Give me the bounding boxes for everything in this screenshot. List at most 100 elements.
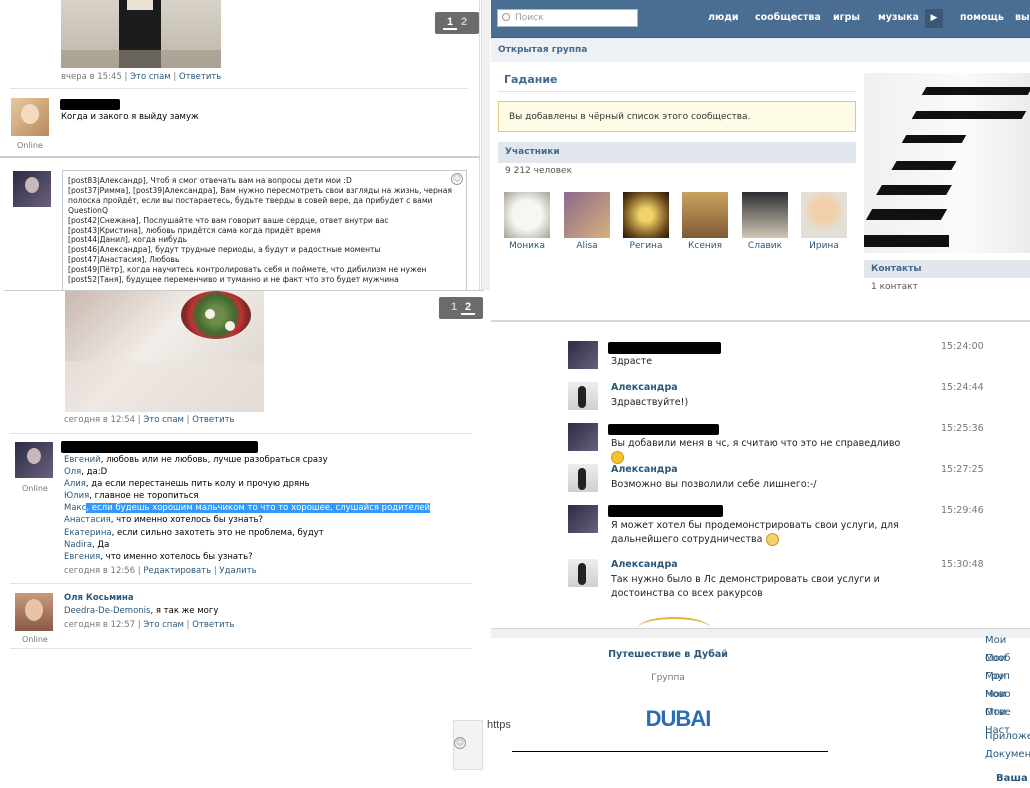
bride-photo[interactable] (65, 291, 264, 412)
mention-link[interactable]: Анастасия (64, 515, 111, 525)
member-kseniya[interactable]: Ксения (680, 192, 730, 251)
menu-item-settings[interactable]: Мои Наст (978, 704, 1030, 736)
reply-textarea[interactable]: [post83|Александр], Чтоб я смог отвечать… (62, 170, 467, 290)
sender-name[interactable]: Александра (611, 559, 678, 570)
blacklist-notice: Вы добавлены в чёрный список этого сообщ… (498, 101, 856, 132)
mention-link[interactable]: Юлия (64, 491, 89, 501)
nav-logout[interactable]: вы (1015, 12, 1030, 23)
member-regina[interactable]: Регина (621, 192, 671, 251)
play-icon[interactable]: ▶ (925, 9, 943, 28)
mention-link[interactable]: Nadira (64, 540, 92, 550)
reply-line: Евгения, что именно хотелось бы узнать? (64, 551, 474, 563)
post-photo[interactable] (61, 0, 221, 68)
nav-people[interactable]: люди (708, 12, 739, 23)
reply-line: QuestionQ (68, 205, 108, 215)
reply-line: [post47|Анастасия], Любовь (68, 255, 180, 265)
reply-line: [post37|Римма], [post39|Александра], Вам… (68, 185, 452, 195)
page-1-link[interactable]: 1 (447, 297, 461, 317)
mention-link[interactable]: Макс (64, 503, 86, 513)
message-time: 15:29:46 (941, 505, 984, 516)
side-menu: Мои Сооб Мои Груп Мои Ново Мои Отве Мои … (978, 632, 1030, 788)
group-page: Поиск люди сообщества игры музыка ▶ помо… (491, 0, 1030, 320)
reply-text: , если сильно захотеть это не проблема, … (111, 527, 324, 538)
scrollbar[interactable] (481, 0, 490, 290)
page-1-link[interactable]: 1 (443, 16, 457, 30)
sender-name[interactable]: Александра (611, 464, 678, 475)
mention-link[interactable]: Екатерина (64, 528, 112, 538)
emoji-icon[interactable]: ☺ (454, 737, 466, 749)
comment-text: Deedra-De-Demonis, я так же могу (64, 606, 218, 616)
member-monika[interactable]: Моника (502, 192, 552, 251)
divider (0, 156, 480, 158)
mention-link[interactable]: Евгений (64, 455, 101, 465)
nav-games[interactable]: игры (833, 12, 860, 23)
comment-avatar[interactable] (15, 593, 53, 631)
reply-line: Макс, если будешь хорошим мальчиком то ч… (64, 502, 474, 514)
message-avatar[interactable] (568, 505, 598, 533)
comment-author[interactable]: Оля Косьмина (64, 593, 134, 603)
mention-link[interactable]: Оля (64, 467, 81, 477)
comment-avatar[interactable] (11, 98, 49, 136)
nav-help[interactable]: помощь (960, 12, 1004, 23)
menu-item-answers[interactable]: Мои Отве (978, 686, 1030, 718)
contacts-header[interactable]: Контакты (864, 260, 1030, 278)
menu-item-communities[interactable]: Мои Сооб (978, 632, 1030, 664)
member-alisa[interactable]: Alisa (562, 192, 612, 251)
reply-line: Алия, да если перестанешь пить колу и пр… (64, 478, 474, 490)
redacted-sender-name (608, 424, 719, 435)
menu-item-documents[interactable]: Документ (978, 746, 1030, 764)
chat-input-strip (491, 628, 1030, 638)
page-2-link[interactable]: 2 (461, 301, 475, 315)
search-box[interactable]: Поиск (497, 9, 638, 27)
member-irina[interactable]: Ирина (799, 192, 849, 251)
mention-link[interactable]: Deedra-De-Demonis (64, 606, 150, 616)
group-cover-image[interactable] (864, 73, 1030, 253)
reply-line: [post42|Снежана], Послушайте что вам гов… (68, 215, 389, 225)
message-avatar[interactable] (568, 559, 598, 587)
ad-title[interactable]: Путешествие в Дубай (593, 649, 743, 660)
redacted-sender-name (608, 505, 723, 517)
divider (10, 583, 472, 584)
mention-link[interactable]: Евгения (64, 552, 100, 562)
menu-item-news[interactable]: Мои Ново (978, 668, 1030, 700)
page-2-link[interactable]: 2 (457, 12, 471, 32)
menu-item-groups[interactable]: Мои Груп (978, 650, 1030, 682)
spam-link[interactable]: Это спам (143, 620, 184, 630)
edit-link[interactable]: Редактировать (143, 566, 211, 576)
search-icon (502, 13, 510, 21)
nav-communities[interactable]: сообщества (755, 12, 821, 23)
member-avatar (623, 192, 669, 238)
reply-avatar[interactable] (13, 171, 51, 207)
nav-music[interactable]: музыка (878, 12, 919, 23)
member-slavik[interactable]: Славик (740, 192, 790, 251)
menu-item-your[interactable]: Ваша с (978, 770, 1030, 788)
message-avatar[interactable] (568, 423, 598, 451)
ad-subtitle: Группа (651, 673, 685, 683)
emoji-icon[interactable]: ☺ (451, 173, 463, 185)
message-time: 15:24:00 (941, 341, 984, 352)
url-fragment: https (487, 719, 511, 731)
message-avatar[interactable] (568, 341, 598, 369)
reply-link[interactable]: Ответить (192, 620, 234, 630)
reply-text: , любовь или не любовь, лучше разобратьс… (100, 455, 328, 465)
spam-link[interactable]: Это спам (143, 415, 184, 425)
message-avatar[interactable] (568, 464, 598, 492)
reply-link[interactable]: Ответить (192, 415, 234, 425)
group-type-bar: Открытая группа (491, 38, 1030, 62)
dubai-logo: DUBAI (645, 706, 712, 731)
reply-link[interactable]: Ответить (179, 72, 221, 82)
group-type: Открытая группа (498, 45, 588, 55)
members-header[interactable]: Участники (498, 142, 856, 163)
spam-link[interactable]: Это спам (130, 72, 171, 82)
mention-link[interactable]: Алия (64, 479, 86, 489)
ad-block[interactable]: Путешествие в Дубай Группа DUBAI (512, 640, 828, 752)
sender-name[interactable]: Александра (611, 382, 678, 393)
post-time: вчера в 15:45 (61, 72, 122, 82)
message-avatar[interactable] (568, 382, 598, 410)
comment-avatar[interactable] (15, 442, 53, 478)
pager: 12 (435, 12, 479, 34)
comment-text: Когда и закого я выйду замуж (61, 112, 199, 122)
delete-link[interactable]: Удалить (219, 566, 256, 576)
menu-item-apps[interactable]: Приложе (978, 728, 1030, 746)
reply-text: , главное не торопиться (89, 491, 199, 502)
